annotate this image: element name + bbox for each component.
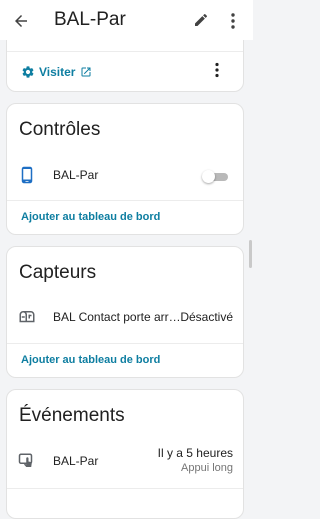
control-toggle[interactable] [202, 170, 230, 184]
card-divider [7, 51, 243, 52]
sensors-card: Capteurs BAL Contact porte arr… Désactiv… [6, 246, 244, 378]
add-to-dashboard-link[interactable]: Ajouter au tableau de bord [21, 211, 160, 223]
back-arrow-icon[interactable] [12, 12, 30, 30]
open-external-icon [81, 67, 91, 77]
mailbox-icon [19, 311, 35, 323]
gear-icon [22, 66, 34, 78]
visit-label: Visiter [39, 65, 76, 79]
app-bar: BAL-Par [0, 0, 253, 40]
sensors-title: Capteurs [19, 262, 97, 283]
more-vert-icon[interactable] [229, 12, 237, 30]
card-divider [7, 488, 243, 489]
event-time: Il y a 5 heures [157, 446, 233, 460]
more-vert-icon[interactable] [214, 62, 220, 78]
gesture-tap-icon [18, 453, 33, 467]
scrollbar[interactable] [249, 240, 252, 268]
sensor-state: Désactivé [180, 310, 233, 324]
event-state: Appui long [181, 462, 233, 474]
control-name: BAL-Par [53, 168, 99, 182]
edit-pencil-icon[interactable] [193, 12, 209, 28]
add-to-dashboard-link[interactable]: Ajouter au tableau de bord [21, 354, 160, 366]
controls-card: Contrôles BAL-Par Ajouter au tableau de … [6, 103, 244, 235]
phone-icon [21, 166, 33, 184]
card-divider [7, 200, 243, 201]
sensor-name: BAL Contact porte arr… [53, 310, 181, 324]
page-title: BAL-Par [54, 9, 126, 30]
controls-title: Contrôles [19, 119, 101, 140]
toggle-thumb [202, 170, 215, 183]
events-title: Événements [19, 405, 125, 426]
card-divider [7, 343, 243, 344]
visit-button[interactable]: Visiter [21, 63, 92, 81]
event-name: BAL-Par [53, 454, 99, 468]
